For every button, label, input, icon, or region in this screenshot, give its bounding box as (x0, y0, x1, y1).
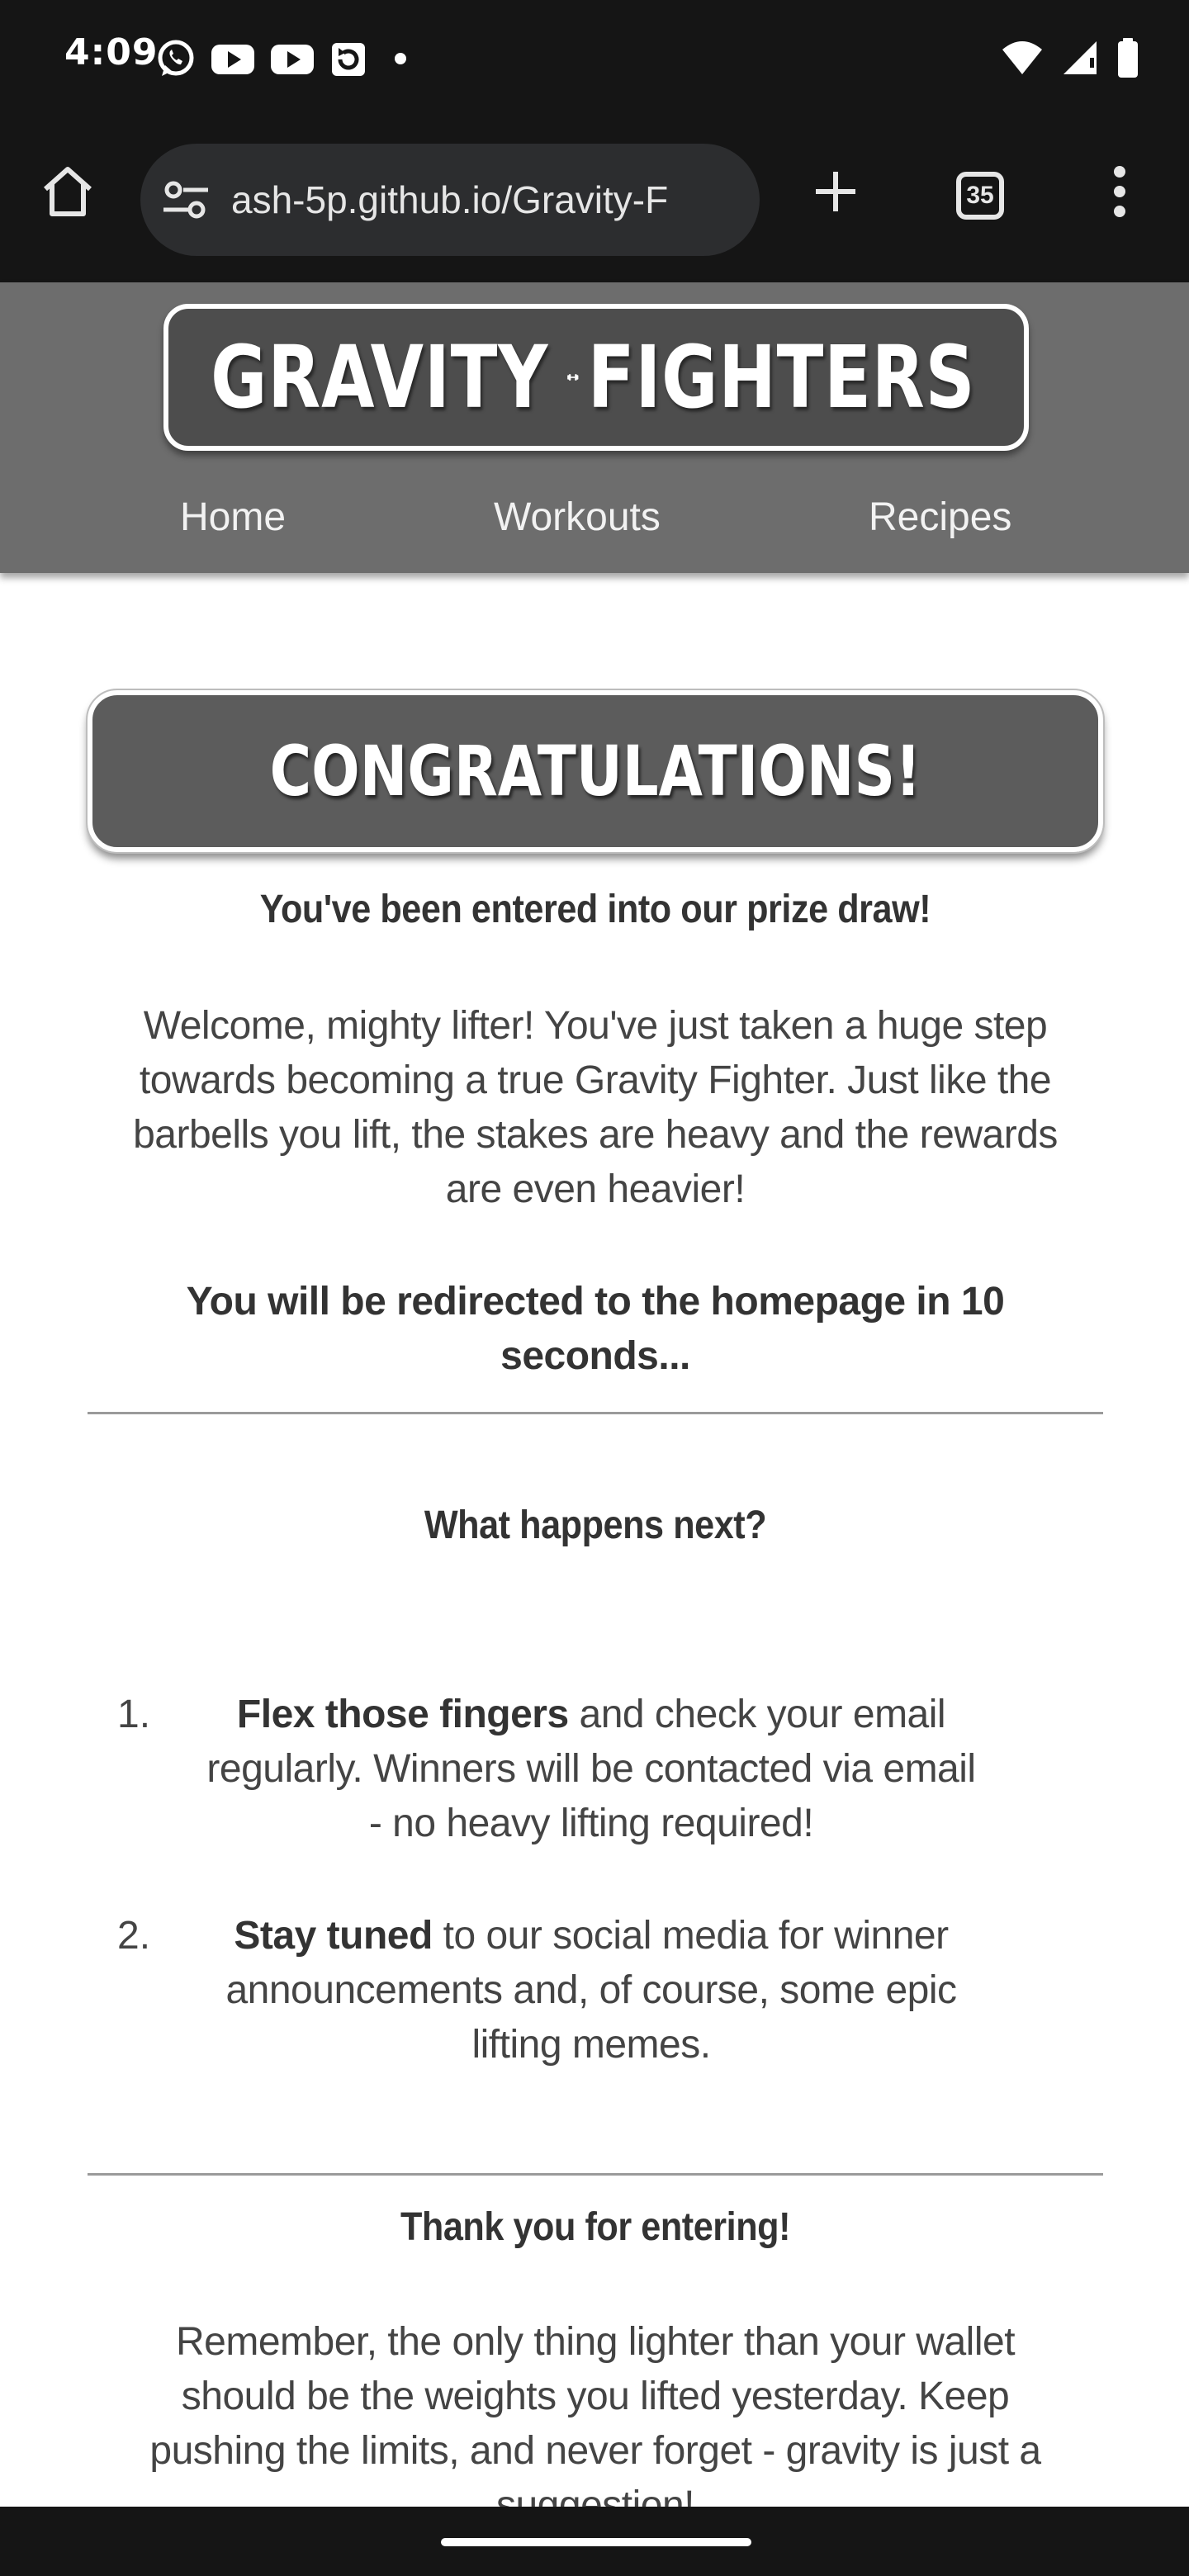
system-icons (1001, 36, 1139, 79)
new-tab-button[interactable] (801, 157, 870, 226)
signal-icon (1063, 41, 1097, 74)
step-text: Flex those fingers and check your email … (178, 1688, 1004, 1851)
step-number: 2. (117, 1914, 151, 1958)
closing-line: pushing the limits, and never forget - g… (149, 2429, 1041, 2473)
tab-switcher-button[interactable]: 35 (956, 172, 1004, 220)
wifi-icon (1002, 41, 1042, 74)
closing-line: should be the weights you lifted yesterd… (181, 2375, 1010, 2418)
prize-draw-subhead: You've been entered into our prize draw! (259, 888, 931, 931)
home-button[interactable] (33, 157, 102, 226)
nav-home[interactable]: Home (180, 489, 286, 547)
welcome-line: Welcome, mighty lifter! You've just take… (143, 1004, 1048, 1048)
url-text[interactable]: ash-5p.github.io/Gravity-F (231, 144, 668, 256)
address-bar[interactable]: ash-5p.github.io/Gravity-F (140, 144, 760, 256)
site-settings-icon[interactable] (162, 177, 210, 223)
site-header: GRAVITY FIGHTERS Home Workouts Recipes (0, 282, 1189, 573)
home-icon (44, 167, 92, 216)
gesture-nav-bar (0, 2507, 1189, 2576)
step-bold: Stay tuned (234, 1914, 433, 1958)
congrats-heading: CONGRATULATIONS! (269, 731, 921, 812)
welcome-line: barbells you lift, the stakes are heavy … (133, 1113, 1058, 1157)
browser-toolbar: ash-5p.github.io/Gravity-F 35 (0, 124, 1189, 282)
divider (88, 2173, 1103, 2176)
dumbbell-icon (567, 374, 579, 381)
status-time: 4:09 (64, 31, 159, 73)
gesture-handle[interactable] (441, 2538, 751, 2546)
nav-workouts[interactable]: Workouts (494, 489, 661, 547)
step-line: lifting memes. (471, 2023, 711, 2067)
step-line: to our social media for winner (432, 1914, 949, 1958)
step-line: regularly. Winners will be contacted via… (206, 1747, 976, 1791)
notification-icons (155, 38, 406, 79)
more-vert-icon (1114, 166, 1125, 217)
step-line: - no heavy lifting required! (368, 1802, 814, 1845)
step-number: 1. (117, 1693, 151, 1736)
step-bold: Flex those fingers (236, 1693, 569, 1736)
divider (88, 1412, 1103, 1414)
notification-dot (395, 53, 406, 64)
redirect-notice: You will be redirected to the homepage i… (88, 1275, 1103, 1384)
congrats-banner: CONGRATULATIONS! (86, 689, 1105, 854)
plus-icon (816, 172, 855, 211)
next-steps-heading: What happens next? (424, 1503, 767, 1547)
youtube-icon (211, 45, 254, 74)
step-line: announcements and, of course, some epic (225, 1968, 957, 2012)
site-logo[interactable]: GRAVITY FIGHTERS (163, 304, 1029, 451)
status-bar: 4:09 (0, 0, 1189, 124)
youtube-icon (271, 45, 314, 74)
logo-text-fighters: FIGHTERS (587, 327, 976, 428)
site-nav: Home Workouts Recipes (0, 489, 1189, 547)
battery-icon (1118, 38, 1138, 78)
screen-rotate-icon (332, 43, 365, 76)
welcome-line: are even heavier! (445, 1167, 746, 1211)
step-text: Stay tuned to our social media for winne… (178, 1909, 1004, 2072)
step-line: and check your email (568, 1693, 946, 1736)
closing-paragraph: Remember, the only thing lighter than yo… (88, 2315, 1103, 2533)
redirect-line: seconds... (500, 1334, 690, 1378)
nav-recipes[interactable]: Recipes (869, 489, 1011, 547)
welcome-line: towards becoming a true Gravity Fighter.… (139, 1058, 1052, 1102)
logo-text-gravity: GRAVITY (211, 327, 549, 428)
welcome-paragraph: Welcome, mighty lifter! You've just take… (88, 999, 1103, 1217)
redirect-line: You will be redirected to the homepage i… (186, 1280, 1005, 1324)
more-options-button[interactable] (1087, 157, 1153, 226)
thanks-heading: Thank you for entering! (400, 2205, 791, 2249)
closing-line: Remember, the only thing lighter than yo… (175, 2320, 1016, 2364)
whatsapp-icon (158, 40, 194, 76)
